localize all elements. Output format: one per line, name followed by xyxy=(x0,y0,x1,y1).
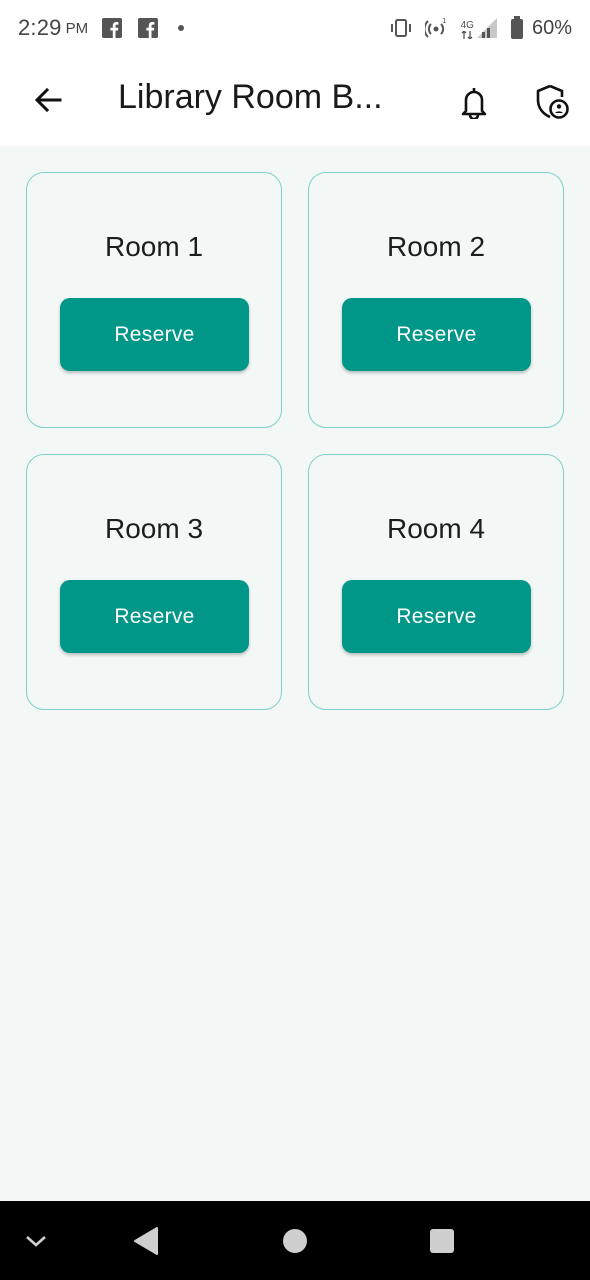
bell-icon xyxy=(461,88,487,119)
room-name: Room 2 xyxy=(386,231,486,262)
notifications-button[interactable] xyxy=(454,80,494,124)
facebook-icon xyxy=(102,18,123,38)
signal-icon: 4G xyxy=(461,17,498,39)
nav-recents-button[interactable] xyxy=(422,1201,462,1280)
nav-home-button[interactable] xyxy=(275,1201,315,1280)
room-grid: Room 1 Reserve Room 2 Reserve Room 3 Res… xyxy=(26,172,564,710)
facebook-icon xyxy=(138,18,159,38)
vibrate-icon xyxy=(389,18,413,38)
room-card: Room 2 Reserve xyxy=(308,172,564,428)
shield-person-icon xyxy=(536,84,569,119)
room-card: Room 3 Reserve xyxy=(26,454,282,710)
nav-back-button[interactable] xyxy=(126,1201,166,1280)
nav-collapse-button[interactable] xyxy=(16,1201,56,1280)
reserve-button[interactable]: Reserve xyxy=(342,580,531,653)
room-card: Room 1 Reserve xyxy=(26,172,282,428)
circle-home-icon xyxy=(283,1228,307,1253)
system-navigation-bar xyxy=(0,1201,590,1280)
room-name: Room 3 xyxy=(104,513,204,544)
status-bar: 2:29 PM 1 4G 60% xyxy=(0,0,590,56)
battery-percent: 60% xyxy=(531,16,572,39)
room-list-area: Room 1 Reserve Room 2 Reserve Room 3 Res… xyxy=(0,146,590,1201)
back-button[interactable] xyxy=(28,80,68,120)
status-ampm: PM xyxy=(65,19,89,37)
triangle-back-icon xyxy=(134,1226,158,1255)
network-type-label: 4G xyxy=(460,20,474,31)
hotspot-icon: 1 xyxy=(424,17,449,39)
app-bar: Library Room B... xyxy=(0,56,590,146)
notification-dot xyxy=(178,25,185,31)
admin-button[interactable] xyxy=(530,80,574,124)
reserve-button[interactable]: Reserve xyxy=(60,580,249,653)
room-name: Room 4 xyxy=(386,513,486,544)
battery-icon xyxy=(510,16,524,40)
chevron-down-icon xyxy=(26,1235,46,1247)
page-title: Library Room B... xyxy=(118,78,383,116)
status-time: 2:29 xyxy=(18,15,62,40)
square-recents-icon xyxy=(430,1228,454,1253)
reserve-button[interactable]: Reserve xyxy=(342,298,531,371)
room-name: Room 1 xyxy=(104,231,204,262)
arrow-left-icon xyxy=(34,87,62,113)
room-card: Room 4 Reserve xyxy=(308,454,564,710)
svg-text:1: 1 xyxy=(442,17,446,25)
reserve-button[interactable]: Reserve xyxy=(60,298,249,371)
